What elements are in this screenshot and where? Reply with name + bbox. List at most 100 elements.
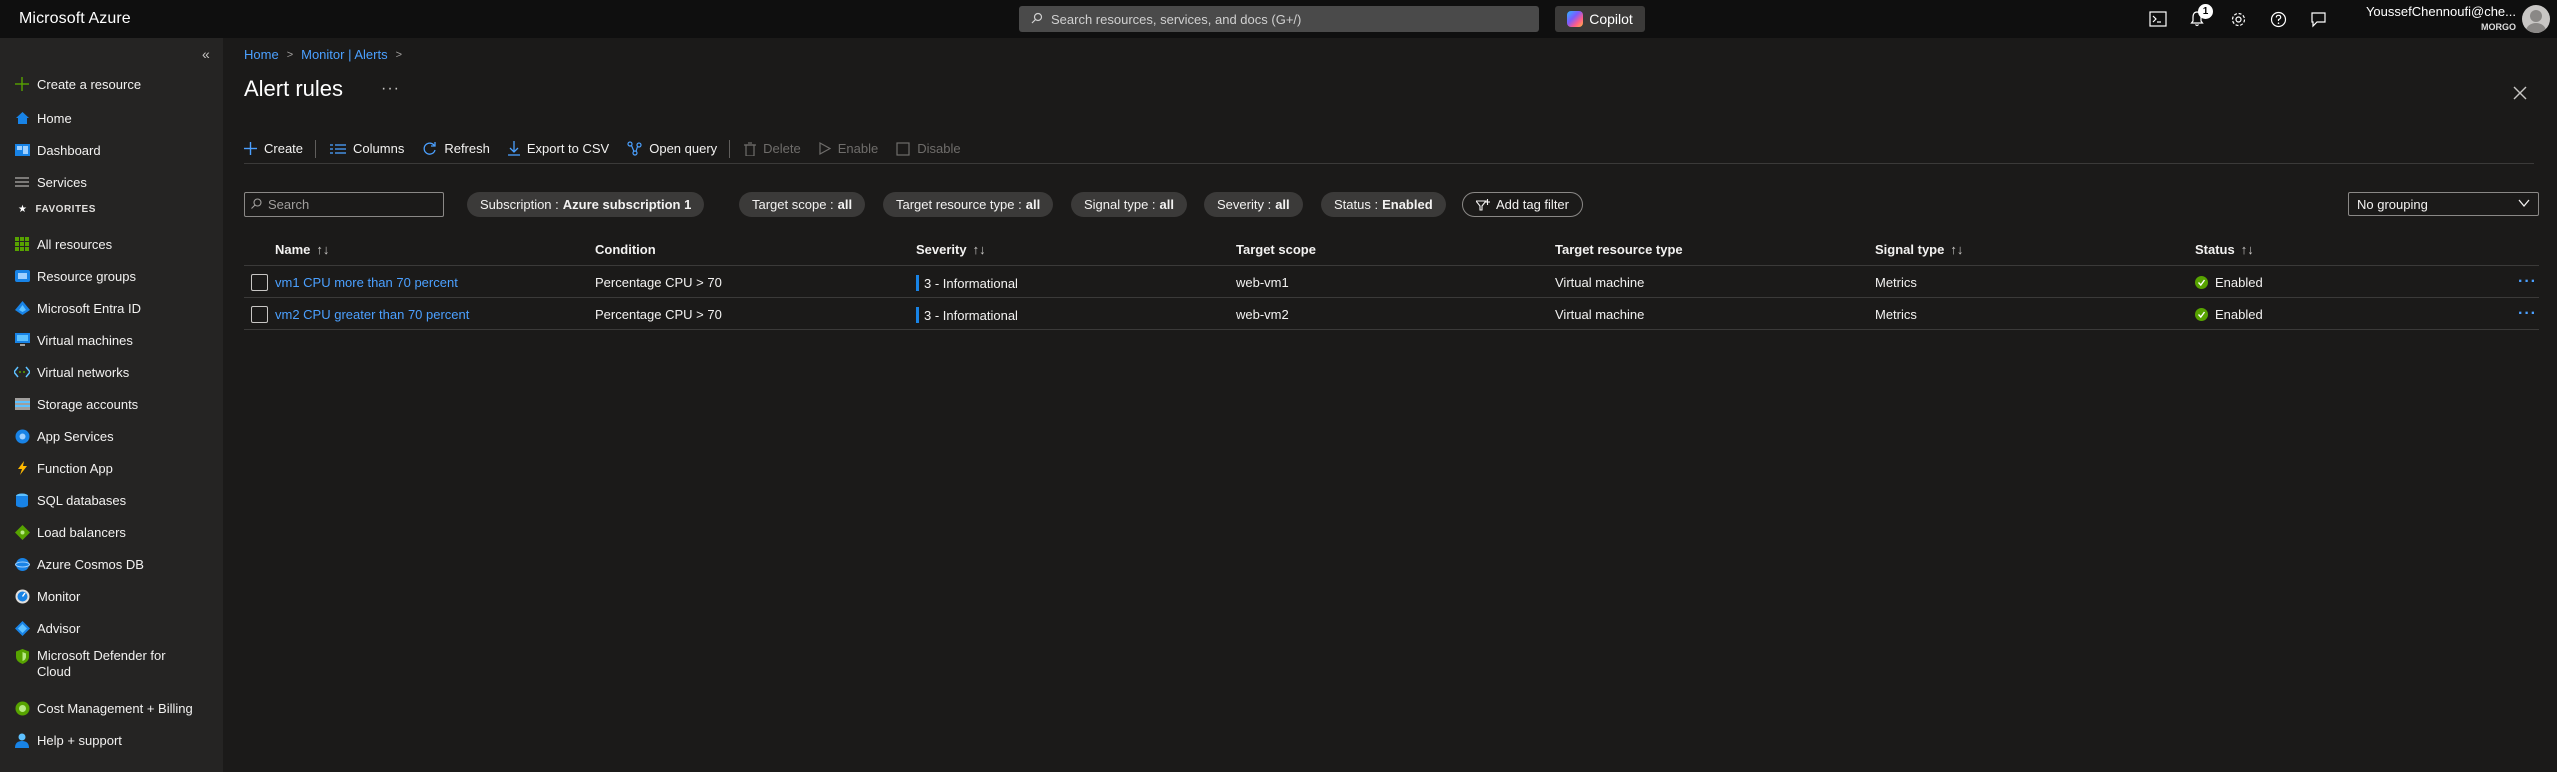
check-circle-icon (2195, 276, 2208, 289)
avatar[interactable] (2522, 5, 2550, 33)
storage-accounts-icon (14, 396, 30, 412)
refresh-icon (422, 141, 437, 156)
sidebar-item-services[interactable]: Services (0, 168, 223, 196)
severity-indicator-icon (916, 307, 919, 323)
cost-management-icon (14, 700, 30, 716)
alert-rule-name-link[interactable]: vm1 CPU more than 70 percent (275, 275, 458, 290)
columns-label: Columns (353, 141, 405, 156)
sidebar-item-all-resources[interactable]: All resources (0, 230, 223, 258)
sidebar-item-entra-id[interactable]: Microsoft Entra ID (0, 294, 223, 322)
grouping-dropdown[interactable]: No grouping (2348, 192, 2539, 216)
table-row[interactable]: vm1 CPU more than 70 percent Percentage … (244, 266, 2539, 298)
delete-button[interactable]: Delete (744, 134, 801, 164)
brand-title[interactable]: Microsoft Azure (19, 10, 131, 28)
virtual-networks-icon (14, 364, 30, 380)
breadcrumb-home-link[interactable]: Home (244, 47, 279, 62)
sidebar-item-defender[interactable]: Microsoft Defender for Cloud (0, 646, 223, 682)
sidebar-item-create-resource[interactable]: Create a resource (0, 70, 223, 98)
sidebar-item-storage-accounts[interactable]: Storage accounts (0, 390, 223, 418)
row-checkbox[interactable] (251, 274, 268, 291)
columns-button[interactable]: Columns (330, 134, 404, 164)
target-scope-cell: web-vm1 (1236, 275, 1289, 290)
open-query-button[interactable]: Open query (627, 134, 717, 164)
settings-gear-icon[interactable] (2228, 9, 2248, 29)
help-question-icon[interactable] (2268, 9, 2288, 29)
feedback-icon[interactable] (2308, 9, 2328, 29)
signal-type-filter-pill[interactable]: Signal type : all (1071, 192, 1188, 217)
severity-cell: 3 - Informational (916, 307, 1018, 323)
column-header-label: Severity (916, 242, 967, 257)
column-header-signal-type[interactable]: Signal type ↑↓ (1875, 242, 1963, 257)
sidebar-item-label: Function App (37, 460, 113, 476)
table-row[interactable]: vm2 CPU greater than 70 percent Percenta… (244, 298, 2539, 330)
sidebar-item-function-app[interactable]: Function App (0, 454, 223, 482)
enable-button[interactable]: Enable (819, 134, 878, 164)
breadcrumb-separator-icon: > (286, 48, 294, 61)
sort-icon[interactable]: ↑↓ (316, 242, 329, 257)
all-resources-icon (14, 236, 30, 252)
collapse-sidebar-button[interactable]: « (202, 46, 210, 62)
sidebar-item-virtual-machines[interactable]: Virtual machines (0, 326, 223, 354)
notifications-icon[interactable]: 1 (2187, 4, 2213, 29)
sidebar-item-load-balancers[interactable]: Load balancers (0, 518, 223, 546)
sort-icon[interactable]: ↑↓ (973, 242, 986, 257)
severity-filter-pill[interactable]: Severity : all (1204, 192, 1303, 217)
alert-rule-name-link[interactable]: vm2 CPU greater than 70 percent (275, 307, 469, 322)
sort-icon[interactable]: ↑↓ (1950, 242, 1963, 257)
copilot-button[interactable]: Copilot (1555, 6, 1645, 32)
sidebar-item-sql-databases[interactable]: SQL databases (0, 486, 223, 514)
refresh-button[interactable]: Refresh (422, 134, 490, 164)
sidebar-item-label: Resource groups (37, 268, 136, 284)
sidebar-item-resource-groups[interactable]: Resource groups (0, 262, 223, 290)
sql-databases-icon (14, 492, 30, 508)
target-scope-filter-pill[interactable]: Target scope : all (739, 192, 866, 217)
title-more-options-button[interactable]: ··· (381, 80, 400, 98)
subscription-filter-pill[interactable]: Subscription : Azure subscription 1 (467, 192, 705, 217)
filter-search-placeholder: Search (268, 197, 310, 212)
export-csv-button[interactable]: Export to CSV (507, 134, 609, 164)
pill-label: Signal type : (1084, 197, 1156, 212)
condition-cell: Percentage CPU > 70 (595, 307, 722, 322)
status-filter-pill[interactable]: Status : Enabled (1321, 192, 1446, 217)
column-header-label: Target scope (1236, 242, 1316, 257)
row-more-options-button[interactable]: ··· (2518, 273, 2537, 291)
breadcrumb-monitor-alerts-link[interactable]: Monitor | Alerts (301, 47, 387, 62)
copilot-label: Copilot (1589, 11, 1633, 27)
create-button[interactable]: Create (244, 134, 303, 164)
pill-label: Severity : (1217, 197, 1272, 212)
severity-indicator-icon (916, 275, 919, 291)
severity-text: 3 - Informational (924, 275, 1018, 291)
column-header-status[interactable]: Status ↑↓ (2195, 242, 2254, 257)
global-search-input[interactable]: Search resources, services, and docs (G+… (1019, 6, 1539, 32)
filter-search-input[interactable]: Search (244, 192, 444, 217)
sidebar-item-help-support[interactable]: Help + support (0, 726, 223, 754)
star-icon: ★ (18, 204, 28, 215)
sidebar-item-advisor[interactable]: Advisor (0, 614, 223, 642)
sidebar-item-home[interactable]: Home (0, 104, 223, 132)
trash-icon (744, 141, 757, 156)
target-resource-type-filter-pill[interactable]: Target resource type : all (883, 192, 1054, 217)
pill-value: all (1025, 197, 1041, 212)
sidebar-item-dashboard[interactable]: Dashboard (0, 136, 223, 164)
close-icon[interactable] (2513, 80, 2527, 106)
sidebar-item-cosmos-db[interactable]: Azure Cosmos DB (0, 550, 223, 578)
row-more-options-button[interactable]: ··· (2518, 305, 2537, 323)
sidebar-item-app-services[interactable]: App Services (0, 422, 223, 450)
resource-type-cell: Virtual machine (1555, 307, 1645, 322)
row-checkbox[interactable] (251, 306, 268, 323)
sidebar-item-virtual-networks[interactable]: Virtual networks (0, 358, 223, 386)
cloud-shell-icon[interactable] (2148, 9, 2168, 29)
column-header-target-scope: Target scope (1236, 242, 1316, 257)
disable-button[interactable]: Disable (896, 134, 961, 164)
resource-type-cell: Virtual machine (1555, 275, 1645, 290)
sidebar-item-label: Load balancers (37, 524, 126, 540)
sidebar-item-label: All resources (37, 236, 113, 252)
add-tag-filter-button[interactable]: Add tag filter (1462, 192, 1583, 217)
column-header-name[interactable]: Name ↑↓ (275, 242, 329, 257)
account-menu[interactable]: YoussefChennoufi@che... MORGO (2358, 4, 2516, 32)
pill-label: Target scope : (752, 197, 834, 212)
sidebar-item-cost-management[interactable]: Cost Management + Billing (0, 694, 223, 722)
sort-icon[interactable]: ↑↓ (2241, 242, 2254, 257)
sidebar-item-monitor[interactable]: Monitor (0, 582, 223, 610)
column-header-severity[interactable]: Severity ↑↓ (916, 242, 986, 257)
